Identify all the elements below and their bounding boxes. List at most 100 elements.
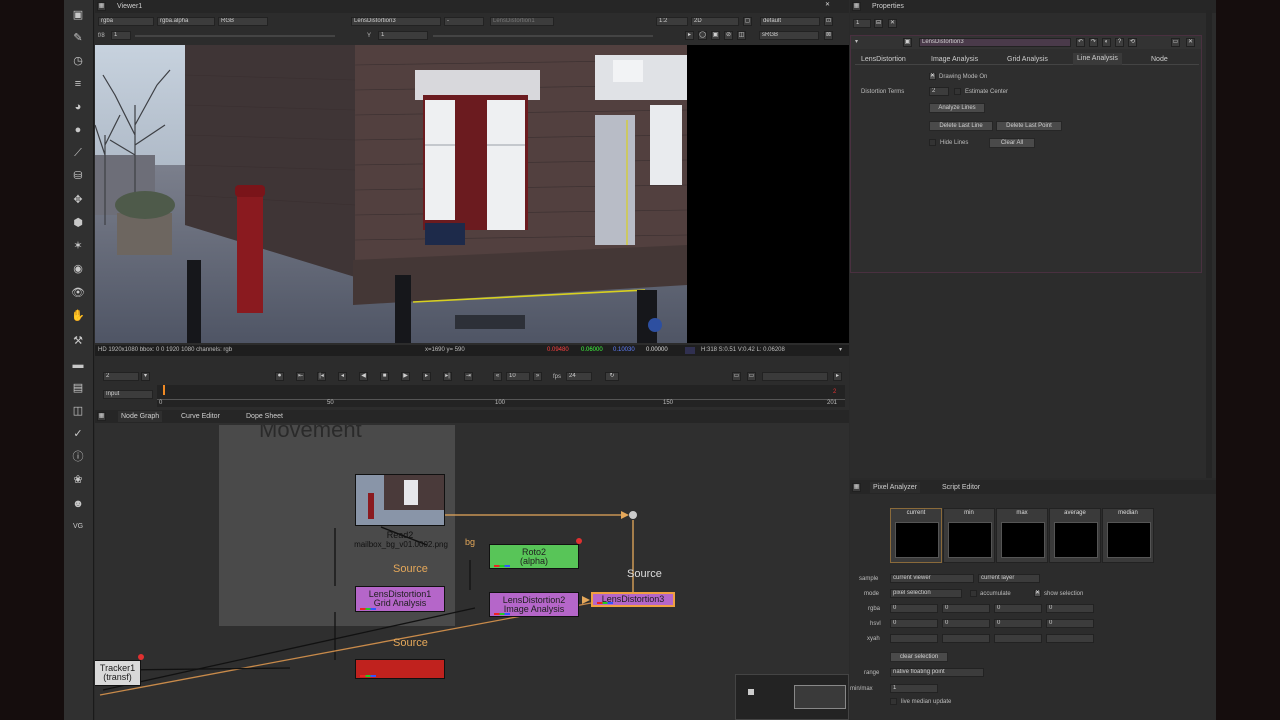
hsvl-l[interactable]: 0 <box>1046 619 1094 628</box>
viewer-lut-select[interactable]: sRGB <box>759 31 819 40</box>
mode-select[interactable]: pixel selection <box>890 589 962 598</box>
merge-icon[interactable]: ⛁ <box>71 169 85 183</box>
redo-icon[interactable]: ↷ <box>1089 38 1098 47</box>
vg-label[interactable]: VG <box>71 520 85 534</box>
color-icon[interactable]: ◕ <box>71 100 85 114</box>
range-select[interactable]: native floating point <box>890 668 984 677</box>
3d-icon[interactable]: ⬢ <box>71 216 85 230</box>
first-frame-icon[interactable]: ⇤ <box>296 372 305 381</box>
skip-back-icon[interactable]: « <box>493 372 502 381</box>
prev-key-icon[interactable]: |◂ <box>317 372 326 381</box>
clear-all-button[interactable]: Clear All <box>989 138 1035 148</box>
color-picker-icon[interactable]: ◐ <box>1102 38 1111 47</box>
paint-icon[interactable]: ✎ <box>71 31 85 45</box>
rgba-a[interactable]: 0 <box>1046 604 1094 613</box>
node-lensdistortion3[interactable]: LensDistortion3 <box>591 592 675 607</box>
collapse-icon[interactable]: ▾ <box>855 38 858 46</box>
node-roto2[interactable]: Roto2 (alpha) <box>489 544 579 569</box>
play-forward-icon[interactable]: ▶ <box>401 372 410 381</box>
revert-icon[interactable]: ⟲ <box>1128 38 1137 47</box>
sample-select[interactable]: current viewer <box>890 574 974 583</box>
other-icon[interactable]: ▬ <box>71 358 85 372</box>
tab-image-analysis[interactable]: Image Analysis <box>931 54 978 65</box>
alpha-select[interactable]: rgba.alpha <box>157 17 215 26</box>
panel-menu-icon[interactable]: ▦ <box>852 2 861 11</box>
hsvl-h[interactable]: 0 <box>890 619 938 628</box>
next-frame-icon[interactable]: ▸ <box>422 372 431 381</box>
frame-menu-icon[interactable]: ▾ <box>141 372 150 381</box>
properties-max-panels[interactable]: 1 <box>853 19 871 28</box>
stop-icon[interactable]: ■ <box>380 372 389 381</box>
properties-scrollbar[interactable] <box>1206 10 1212 478</box>
frame-field[interactable]: 2 <box>103 372 139 381</box>
info-expand-icon[interactable]: ▾ <box>839 346 842 354</box>
views-icon[interactable]: 👁 <box>71 286 85 300</box>
viewer-icon[interactable]: ▣ <box>71 8 85 22</box>
next-key-icon[interactable]: ▸| <box>443 372 452 381</box>
input-a-select[interactable]: LensDistortion3 <box>351 17 441 26</box>
hide-lines-checkbox[interactable] <box>929 139 936 146</box>
tab-line-analysis[interactable]: Line Analysis <box>1073 53 1122 65</box>
tab-viewer1[interactable]: Viewer1 <box>117 1 142 12</box>
playback-range[interactable] <box>762 372 828 381</box>
composite-select[interactable]: - <box>444 17 484 26</box>
layer-select[interactable]: current layer <box>978 574 1040 583</box>
fps-field[interactable]: 24 <box>566 372 592 381</box>
play-icon[interactable]: ▸ <box>685 31 694 40</box>
xyah-h[interactable] <box>1046 634 1094 643</box>
play-back-icon[interactable]: ◀ <box>359 372 368 381</box>
node-read2[interactable] <box>355 474 445 526</box>
estimate-center-checkbox[interactable] <box>954 88 961 95</box>
help-icon[interactable]: ⓘ <box>71 450 85 464</box>
furnace-icon[interactable]: ▤ <box>71 381 85 395</box>
prev-frame-icon[interactable]: ◂ <box>338 372 347 381</box>
face-icon[interactable]: ☻ <box>71 497 85 511</box>
node-tracker1[interactable]: Tracker1 (transf) <box>95 660 141 686</box>
deep-icon[interactable]: ◉ <box>71 262 85 276</box>
timeline-menu-icon[interactable]: ▸ <box>833 372 842 381</box>
proxy-icon[interactable]: ▣ <box>711 31 720 40</box>
tab-lensdistortion[interactable]: LensDistortion <box>861 54 906 65</box>
delete-last-line-button[interactable]: Delete Last Line <box>929 121 993 131</box>
flipbook-icon[interactable]: ▭ <box>732 372 741 381</box>
process-icon[interactable]: ⊠ <box>824 31 833 40</box>
range-mode-select[interactable]: Input <box>103 390 153 399</box>
viewer-image[interactable] <box>94 45 688 343</box>
timeline-ruler[interactable]: 0 50 100 150 201 2 <box>157 385 845 407</box>
undo-icon[interactable]: ↶ <box>1076 38 1085 47</box>
xyah-x[interactable] <box>890 634 938 643</box>
channels-select[interactable]: rgba <box>98 17 154 26</box>
playhead[interactable] <box>163 385 165 395</box>
last-frame-icon[interactable]: ⇥ <box>464 372 473 381</box>
analyze-lines-button[interactable]: Analyze Lines <box>929 103 985 113</box>
clear-selection-button[interactable]: clear selection <box>890 652 948 662</box>
drawing-mode-checkbox[interactable]: ✕ <box>929 73 936 80</box>
xyah-a[interactable] <box>994 634 1042 643</box>
tab-script-editor[interactable]: Script Editor <box>942 482 980 493</box>
frames-select[interactable]: 2D <box>691 17 739 26</box>
rgba-g[interactable]: 0 <box>942 604 990 613</box>
increment-field[interactable]: 10 <box>506 372 530 381</box>
filter-icon[interactable]: ● <box>71 123 85 137</box>
transform-icon[interactable]: ✥ <box>71 193 85 207</box>
particles-icon[interactable]: ✶ <box>71 239 85 253</box>
float-icon[interactable]: ▭ <box>1171 38 1180 47</box>
node-red[interactable] <box>355 659 445 679</box>
group-icon[interactable]: ❀ <box>71 473 85 487</box>
properties-lock-icon[interactable]: ⊟ <box>874 19 883 28</box>
gamma-value[interactable]: 1 <box>378 31 428 40</box>
properties-clear-icon[interactable]: ✕ <box>888 19 897 28</box>
keyer-icon[interactable]: ⟋ <box>71 146 85 160</box>
rgba-b[interactable]: 0 <box>994 604 1042 613</box>
graph-navigator[interactable] <box>735 674 849 720</box>
input-b-select[interactable]: LensDistortion1 <box>490 17 554 26</box>
time-icon[interactable]: ◷ <box>71 54 85 68</box>
roi-icon[interactable]: ▢ <box>743 17 752 26</box>
ofx-icon[interactable]: ◫ <box>71 404 85 418</box>
region-icon[interactable]: ◫ <box>737 31 746 40</box>
accumulate-checkbox[interactable] <box>970 590 977 597</box>
loop-icon[interactable]: ↻ <box>605 372 619 381</box>
hsvl-v[interactable]: 0 <box>994 619 1042 628</box>
navigator-viewport[interactable] <box>794 685 846 709</box>
mask-icon[interactable]: ⊘ <box>724 31 733 40</box>
